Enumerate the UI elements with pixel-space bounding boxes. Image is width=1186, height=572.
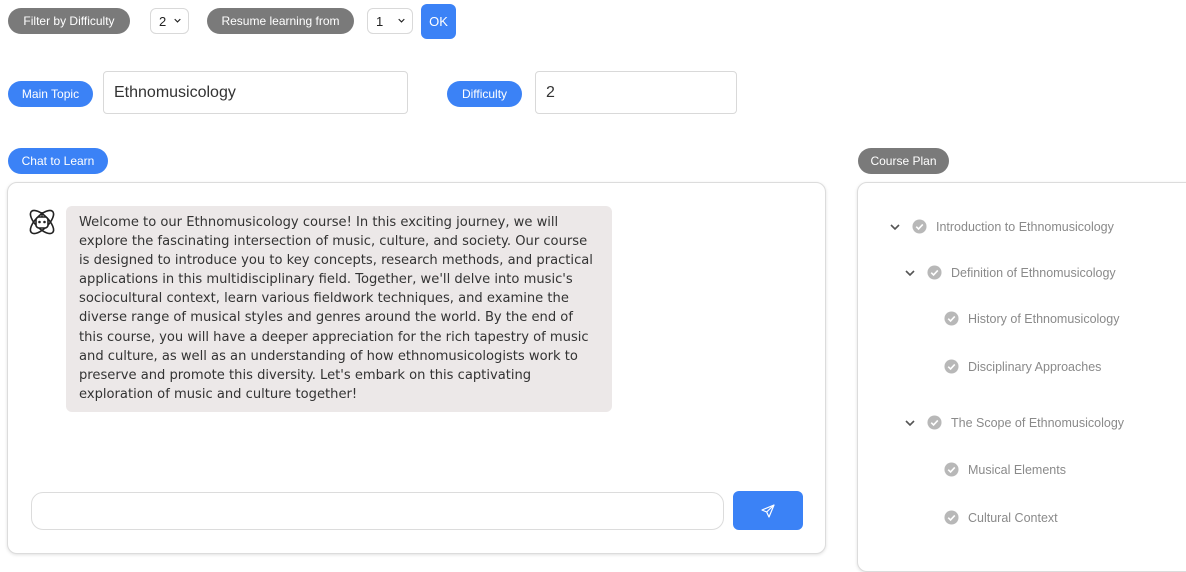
check-circle-icon bbox=[927, 265, 942, 280]
difficulty-label: Difficulty bbox=[447, 81, 522, 107]
ok-button[interactable]: OK bbox=[421, 4, 456, 39]
chevron-down-icon[interactable] bbox=[888, 220, 902, 234]
check-circle-icon bbox=[912, 219, 927, 234]
course-plan-item-label: Disciplinary Approaches bbox=[968, 359, 1102, 374]
course-plan-item[interactable]: Definition of Ethnomusicology bbox=[903, 265, 1116, 280]
assistant-message-bubble: Welcome to our Ethnomusicology course! I… bbox=[66, 206, 612, 412]
main-topic-value: Ethnomusicology bbox=[114, 83, 236, 101]
send-icon bbox=[761, 503, 775, 518]
difficulty-filter-value: 2 bbox=[159, 13, 167, 29]
check-circle-icon bbox=[944, 359, 959, 374]
send-button[interactable] bbox=[733, 491, 803, 530]
chevron-down-icon bbox=[398, 18, 405, 23]
resume-from-select[interactable]: 1 bbox=[367, 8, 413, 34]
course-plan-item-label: The Scope of Ethnomusicology bbox=[951, 415, 1125, 430]
course-plan-item-label: Introduction to Ethnomusicology bbox=[936, 219, 1114, 234]
check-circle-icon bbox=[944, 462, 959, 477]
course-plan-item[interactable]: Cultural Context bbox=[944, 510, 1058, 525]
main-topic-label: Main Topic bbox=[8, 81, 93, 107]
resume-from-value: 1 bbox=[376, 13, 384, 29]
chevron-down-icon bbox=[174, 18, 181, 23]
course-plan-item-label: Definition of Ethnomusicology bbox=[951, 265, 1116, 280]
filter-by-difficulty-label: Filter by Difficulty bbox=[8, 8, 130, 34]
check-circle-icon bbox=[944, 510, 959, 525]
chevron-down-icon[interactable] bbox=[903, 416, 917, 430]
difficulty-value: 2 bbox=[546, 83, 555, 101]
course-plan-item-label: Musical Elements bbox=[968, 462, 1066, 477]
check-circle-icon bbox=[944, 311, 959, 326]
main-topic-input[interactable]: Ethnomusicology bbox=[103, 71, 408, 114]
chat-to-learn-label: Chat to Learn bbox=[8, 148, 108, 174]
difficulty-filter-select[interactable]: 2 bbox=[150, 8, 189, 34]
course-plan-item[interactable]: Introduction to Ethnomusicology bbox=[888, 219, 1114, 234]
course-plan-item-label: History of Ethnomusicology bbox=[968, 311, 1120, 326]
chat-message-input[interactable] bbox=[31, 492, 724, 530]
course-plan-item[interactable]: History of Ethnomusicology bbox=[944, 311, 1119, 326]
course-plan-item[interactable]: The Scope of Ethnomusicology bbox=[903, 415, 1124, 430]
course-plan-label: Course Plan bbox=[858, 148, 949, 174]
chevron-down-icon[interactable] bbox=[903, 266, 917, 280]
course-plan-item-label: Cultural Context bbox=[968, 510, 1058, 525]
course-plan-item[interactable]: Musical Elements bbox=[944, 462, 1066, 477]
difficulty-input[interactable]: 2 bbox=[535, 71, 737, 114]
resume-learning-label: Resume learning from bbox=[207, 8, 354, 34]
bot-avatar-icon bbox=[29, 209, 55, 235]
check-circle-icon bbox=[927, 415, 942, 430]
course-plan-item[interactable]: Disciplinary Approaches bbox=[944, 359, 1101, 374]
